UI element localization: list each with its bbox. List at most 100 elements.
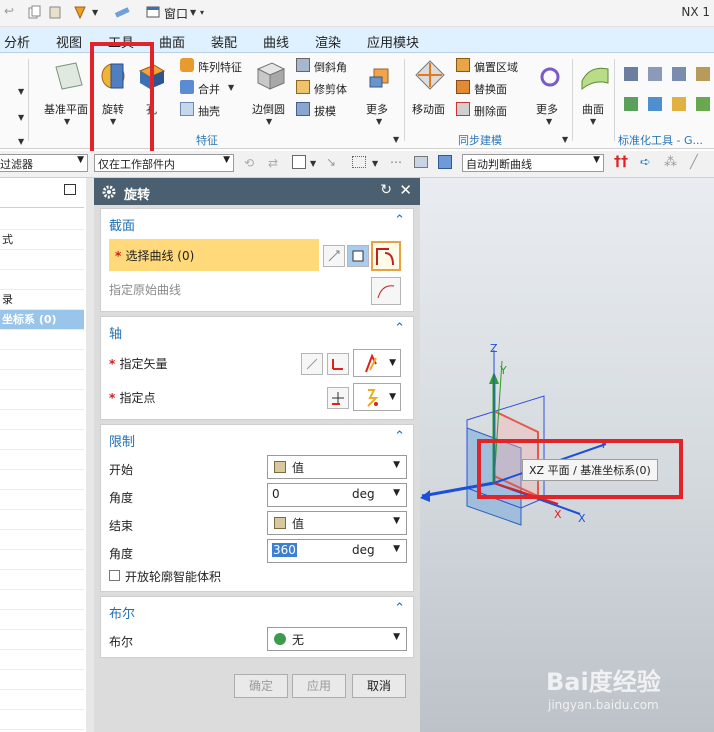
navigator-row[interactable] [0,650,84,670]
wire-icon[interactable]: ⋯ [390,155,402,169]
window-icon[interactable] [146,5,160,19]
feature-curves-icon[interactable]: ⁂ [664,155,677,170]
chevron-down-icon[interactable]: ▼ [562,135,568,144]
boolean-header[interactable]: 布尔 ⌃ [101,597,413,625]
edge-blend-button[interactable]: 边倒圆 ▼ [250,57,290,127]
gear-icon[interactable] [102,185,116,199]
type-filter-select[interactable]: 过滤器 ▼ [0,154,88,172]
navigator-row[interactable] [0,550,84,570]
collapse-icon[interactable]: ⌃ [394,321,405,336]
chevron-down-icon[interactable]: ▼ [18,137,24,146]
tab-surface[interactable]: 曲面 [159,32,185,51]
navigator-row[interactable] [0,670,84,690]
chevron-down-icon[interactable]: ▼ [92,8,98,17]
stop-at-intersection-icon[interactable]: †† [614,154,628,170]
navigator-row[interactable] [0,630,84,650]
draft-button[interactable]: 拔模 [296,101,358,119]
rectangle-select-icon[interactable] [352,156,366,168]
select-curve-row[interactable]: * 选择曲线 (0) [109,239,319,271]
std-tool-icon[interactable] [624,97,638,111]
navigator-row[interactable] [0,570,84,590]
vector-dialog-icon[interactable] [327,353,349,375]
open-profile-checkbox[interactable] [109,570,120,581]
navigator-row[interactable]: 录 [0,290,84,310]
navigator-row[interactable] [0,710,84,730]
navigator-row[interactable] [0,250,84,270]
snap-point-icon[interactable]: ⟲ [244,156,258,170]
shell-button[interactable]: 抽壳 [180,101,250,119]
std-tool-icon[interactable] [624,67,638,81]
std-tool-icon[interactable] [648,67,662,81]
tab-application[interactable]: 应用模块 [367,32,419,51]
navigator-row[interactable] [0,490,84,510]
undo-icon[interactable]: ↩ [4,4,18,18]
start-angle-input[interactable]: 0 deg ▼ [267,483,407,507]
navigator-row[interactable] [0,270,84,290]
collapse-icon[interactable]: ⌃ [394,429,405,444]
collapse-icon[interactable]: ⌃ [394,213,405,228]
delete-face-button[interactable]: 删除面 [456,101,528,119]
sketch-section-icon[interactable] [347,245,369,267]
tab-view[interactable]: 视图 [56,32,82,51]
tab-analysis[interactable]: 分析 [4,32,30,51]
apply-button[interactable]: 应用 [292,674,346,698]
std-tool-icon[interactable] [696,67,710,81]
end-type-select[interactable]: 值 ▼ [267,511,407,535]
chevron-down-icon[interactable]: ▼ [310,159,316,168]
snap-icon[interactable] [72,5,86,20]
datum-plane-button[interactable]: 基准平面 ▼ [40,57,96,127]
navigator-row[interactable] [0,390,84,410]
collapse-icon[interactable]: ⌃ [394,601,405,616]
navigator-row[interactable] [0,410,84,430]
copy-icon[interactable] [28,5,42,19]
navigator-row[interactable] [0,690,84,710]
sync-more-button[interactable]: 更多 ▼ [534,57,566,127]
reset-icon[interactable]: ↻ [380,182,392,198]
point-type-select[interactable]: ▼ [353,383,401,411]
navigator-row[interactable]: 式 [0,230,84,250]
chevron-down-icon[interactable]: ▼ [393,135,399,144]
reverse-direction-icon[interactable] [301,353,323,375]
feature-more-button[interactable]: 更多 ▼ [364,57,396,127]
curve-icon[interactable] [371,241,401,271]
end-angle-input[interactable]: 360 deg ▼ [267,539,407,563]
arrow-icon[interactable]: ↘ [326,155,336,169]
chevron-down-icon[interactable]: ▼ [372,159,378,168]
std-tool-icon[interactable] [672,97,686,111]
tab-render[interactable]: 渲染 [315,32,341,51]
replace-face-button[interactable]: 替换面 [456,79,528,97]
unite-button[interactable]: 合并 ▼ [180,79,250,97]
vector-type-select[interactable]: ▼ [353,349,401,377]
chevron-down-icon[interactable]: ▾ [200,8,204,17]
pattern-feature-button[interactable]: 阵列特征 [180,57,250,75]
select-point-icon[interactable] [292,155,306,169]
section-header[interactable]: 截面 ⌃ [101,209,413,237]
maximize-icon[interactable] [64,184,76,195]
touch-icon[interactable] [114,5,130,19]
navigator-row[interactable] [0,470,84,490]
path-icon[interactable]: ╱ [690,155,698,170]
curve-rule-select[interactable]: 自动判断曲线 ▼ [462,154,604,172]
move-face-button[interactable]: 移动面 [410,57,452,127]
navigator-row[interactable] [0,610,84,630]
close-icon[interactable]: ✕ [399,181,412,199]
start-type-select[interactable]: 值 ▼ [267,455,407,479]
axis-header[interactable]: 轴 ⌃ [101,317,413,345]
chevron-down-icon[interactable]: ▼ [18,113,24,122]
std-tool-icon[interactable] [648,97,662,111]
scope-select[interactable]: 仅在工作部件内 ▼ [94,154,234,172]
std-tool-icon[interactable] [696,97,710,111]
navigator-row[interactable] [0,450,84,470]
cancel-button[interactable]: 取消 [352,674,406,698]
navigator-row[interactable] [0,330,84,350]
body-icon[interactable] [414,156,428,168]
navigator-row-datum-csys[interactable]: 坐标系 (0) [0,310,84,330]
dialog-title-bar[interactable]: 旋转 ↻ ✕ [94,178,420,205]
navigator-row[interactable] [0,590,84,610]
chevron-down-icon[interactable]: ▼ [18,87,24,96]
solid-icon[interactable] [438,155,452,169]
chamfer-button[interactable]: 倒斜角 [296,57,358,75]
point-dialog-icon[interactable] [327,387,349,409]
limits-header[interactable]: 限制 ⌃ [101,425,413,453]
navigator-row[interactable] [0,210,84,230]
